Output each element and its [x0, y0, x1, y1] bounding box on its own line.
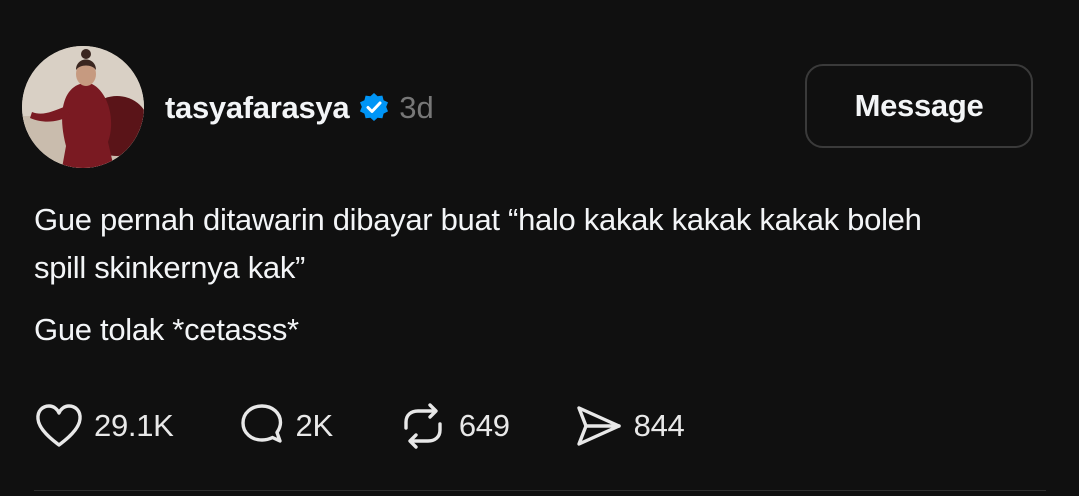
like-count: 29.1K	[94, 408, 174, 443]
share-count: 844	[633, 408, 685, 443]
speech-bubble-icon	[238, 403, 286, 449]
divider	[34, 490, 1046, 491]
repost-icon	[397, 402, 449, 450]
repost-button[interactable]: 649	[397, 402, 510, 450]
username[interactable]: tasyafarasya	[165, 90, 350, 126]
post-paragraph: Gue tolak *cetasss*	[34, 312, 299, 347]
reply-button[interactable]: 2K	[238, 403, 333, 449]
heart-icon	[34, 403, 84, 449]
share-button[interactable]: 844	[574, 403, 685, 449]
send-icon	[574, 403, 624, 449]
verified-badge-icon	[357, 91, 391, 125]
thread-post: tasyafarasya 3d Message Gue pernah ditaw…	[0, 0, 1079, 496]
post-paragraph: Gue pernah ditawarin dibayar buat “halo …	[34, 202, 922, 285]
like-button[interactable]: 29.1K	[34, 403, 174, 449]
action-bar: 29.1K 2K 649 844	[34, 400, 749, 452]
post-body: Gue pernah ditawarin dibayar buat “halo …	[34, 196, 1034, 354]
avatar-photo	[22, 46, 144, 168]
message-button[interactable]: Message	[805, 64, 1033, 148]
post-timestamp: 3d	[399, 90, 434, 125]
avatar[interactable]	[22, 46, 144, 168]
post-header: tasyafarasya 3d	[165, 85, 434, 131]
repost-count: 649	[458, 408, 510, 443]
reply-count: 2K	[295, 408, 334, 443]
